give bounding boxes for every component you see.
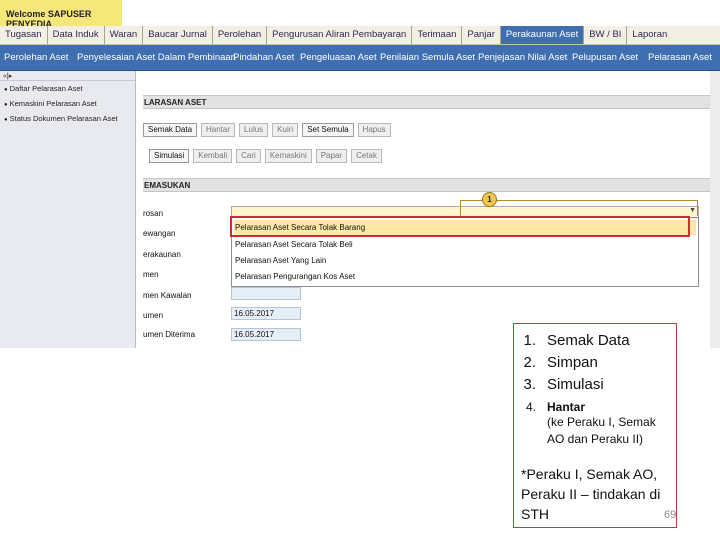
- bullet-icon: ●: [4, 102, 8, 108]
- field-label-tarikh-dokumen: umen: [143, 311, 164, 320]
- cari-button[interactable]: Cari: [236, 149, 261, 163]
- instruction-list: 1. Semak Data 2. Simpan 3. Simulasi 4. Hanta…: [514, 330, 674, 448]
- submodule-pelupusan-aset[interactable]: Pelupusan Aset: [572, 52, 638, 63]
- dropdown-option[interactable]: Pelarasan Pengurangan Kos Aset: [234, 269, 696, 284]
- screenshot: Welcome SAPUSER PENYEDIA Tugasan Data In…: [0, 0, 720, 348]
- module-baucar-jurnal[interactable]: Baucar Jurnal: [143, 26, 213, 44]
- kembali-button[interactable]: Kembali: [193, 149, 233, 163]
- field-label-perakaunan: erakaunan: [143, 250, 181, 259]
- welcome-banner: Welcome SAPUSER PENYEDIA: [0, 0, 122, 29]
- papar-button[interactable]: Papar: [315, 149, 348, 163]
- callout-badge: 1: [482, 192, 497, 207]
- module-terimaan[interactable]: Terimaan: [412, 26, 463, 44]
- submodule-pelarasan-aset[interactable]: Pelarasan Aset: [648, 52, 712, 63]
- sidebar-item-status[interactable]: ● Status Dokumen Pelarasan Aset: [0, 111, 135, 126]
- sidebar-item-label: Daftar Pelarasan Aset: [9, 84, 83, 93]
- semak-data-button[interactable]: Semak Data: [143, 123, 198, 137]
- submodule-pindahan-aset[interactable]: Pindahan Aset: [233, 52, 294, 63]
- sidebar-item-label: Kemaskini Pelarasan Aset: [9, 99, 97, 108]
- field-label-dokumen: men: [143, 270, 159, 279]
- instruction-note: 1. Semak Data 2. Simpan 3. Simulasi 4. Hanta…: [513, 323, 677, 528]
- bullet-icon: ●: [4, 117, 8, 123]
- field-label-urusan: rosan: [143, 209, 164, 218]
- hantar-button[interactable]: Hantar: [201, 123, 236, 137]
- module-tugasan[interactable]: Tugasan: [0, 26, 48, 44]
- dropdown-option[interactable]: Pelarasan Aset Secara Tolak Beli: [234, 237, 696, 252]
- submodule-bar: Perolehan Aset Penyelesaian Aset Dalam P…: [0, 45, 720, 71]
- submodule-penilaian-semula-aset[interactable]: Penilaian Semula Aset: [380, 52, 475, 63]
- simulasi-button[interactable]: Simulasi: [149, 149, 190, 163]
- kuiri-button[interactable]: Kuiri: [272, 123, 299, 137]
- dropdown-option[interactable]: Pelarasan Aset Secara Tolak Barang: [234, 220, 696, 235]
- section-title: LARASAN ASET: [143, 95, 710, 109]
- sidebar-item-kemaskini[interactable]: ● Kemaskini Pelarasan Aset: [0, 96, 135, 111]
- scroll-gutter: [710, 71, 720, 348]
- kemaskini-button[interactable]: Kemaskini: [264, 149, 312, 163]
- list-item: 3. Simulasi: [523, 376, 604, 393]
- module-panjar[interactable]: Panjar: [462, 26, 501, 44]
- module-perakaunan-aset[interactable]: Perakaunan Aset: [500, 26, 585, 44]
- top-strip: [122, 0, 720, 26]
- page-number: 69: [664, 509, 677, 521]
- module-laporan[interactable]: Laporan: [627, 26, 672, 44]
- field-label-dokumen-kawalan: men Kawalan: [143, 291, 192, 300]
- field-label-dokumen-diterima: umen Diterima: [143, 330, 196, 339]
- input-section-title: EMASUKAN: [143, 178, 710, 192]
- tarikh-dokumen-input[interactable]: 16.05.2017: [231, 307, 301, 320]
- sidebar: «|▸ ● Daftar Pelarasan Aset ● Kemaskini Pe…: [0, 71, 136, 348]
- module-menu-bar: Tugasan Data Induk Waran Baucar Jurnal P…: [0, 26, 720, 45]
- submodule-penjejasan-nilai-aset[interactable]: Penjejasan Nilai Aset: [478, 52, 567, 63]
- tarikh-diterima-input[interactable]: 16.05.2017: [231, 328, 301, 341]
- dropdown-option[interactable]: Pelarasan Aset Yang Lain: [234, 253, 696, 268]
- module-waran[interactable]: Waran: [105, 26, 144, 44]
- set-semula-button[interactable]: Set Semula: [302, 123, 354, 137]
- module-bw-bi[interactable]: BW / BI: [584, 26, 628, 44]
- lulus-button[interactable]: Lulus: [239, 123, 269, 137]
- field-label-kewangan: ewangan: [143, 229, 176, 238]
- sidebar-item-label: Status Dokumen Pelarasan Aset: [9, 114, 118, 123]
- transaction-type-dropdown: Pelarasan Aset Secara Tolak Barang Pelar…: [231, 217, 699, 287]
- hapus-button[interactable]: Hapus: [357, 123, 391, 137]
- module-pengurusan-aliran-pembayaran[interactable]: Pengurusan Aliran Pembayaran: [267, 26, 413, 44]
- module-perolehan[interactable]: Perolehan: [213, 26, 268, 44]
- sidebar-toolbar[interactable]: «|▸: [0, 71, 135, 81]
- bullet-icon: ●: [4, 87, 8, 93]
- list-item: 2. Simpan: [523, 354, 598, 371]
- footnote: *Peraku I, Semak AO, Peraku II – tindaka…: [521, 466, 661, 522]
- list-item-subtext: (ke Peraku I, Semak AO dan Peraku II): [547, 415, 656, 446]
- submodule-pengeluasan-aset[interactable]: Pengeluasan Aset: [300, 52, 377, 63]
- action-toolbar-2: Simulasi Kembali Cari Kemaskini Papar Ce…: [149, 149, 382, 163]
- list-item: 1. Semak Data: [523, 332, 630, 349]
- submodule-penyelesaian-aset[interactable]: Penyelesaian Aset Dalam Pembinaan: [77, 52, 236, 63]
- module-data-induk[interactable]: Data Induk: [48, 26, 105, 44]
- dokumen-kawalan-input[interactable]: [231, 287, 301, 300]
- submodule-perolehan-aset[interactable]: Perolehan Aset: [4, 52, 68, 63]
- sidebar-item-daftar[interactable]: ● Daftar Pelarasan Aset: [0, 81, 135, 96]
- cetak-button[interactable]: Cetak: [351, 149, 382, 163]
- action-toolbar-1: Semak Data Hantar Lulus Kuiri Set Semula…: [143, 123, 391, 137]
